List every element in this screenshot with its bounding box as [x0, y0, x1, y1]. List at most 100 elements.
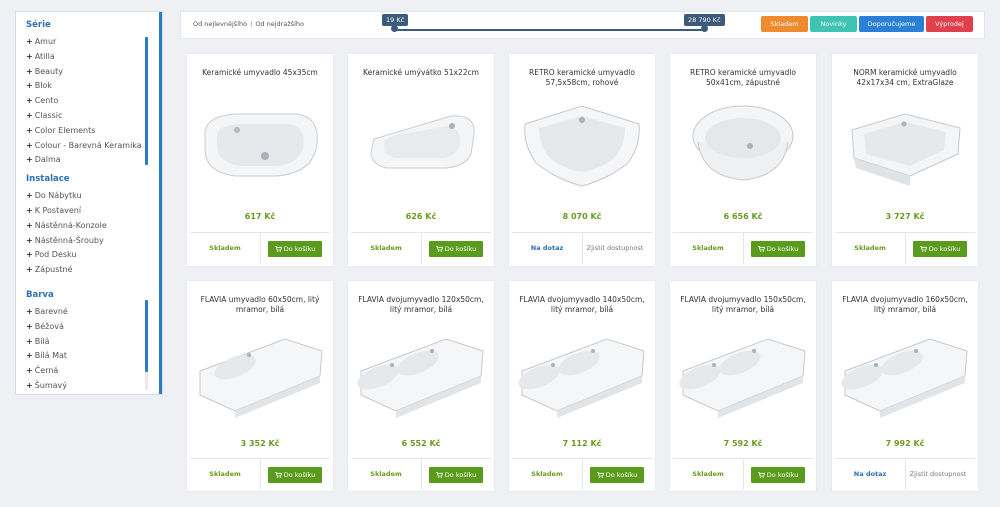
add-to-cart-button[interactable]: Do košíku [913, 241, 967, 257]
stock-status-in: Skladem [854, 244, 886, 252]
filter-option[interactable]: + Pod Desku [26, 248, 162, 263]
filter-option[interactable]: + Blok [26, 79, 162, 94]
product-image[interactable] [678, 94, 808, 194]
product-card[interactable]: FLAVIA dvojumyvadlo 120x50cm, litý mramo… [348, 281, 494, 491]
filter-option[interactable]: + Do Nábytku [26, 189, 162, 204]
price-slider-track[interactable] [394, 29, 704, 31]
product-image[interactable] [356, 321, 486, 421]
product-price: 6 656 Kč [723, 212, 763, 221]
filter-option[interactable]: + Amur [26, 35, 162, 50]
filter-group-scrollbar[interactable] [145, 299, 148, 390]
stock-status-in: Skladem [209, 470, 241, 478]
sort-expensive-link[interactable]: Od nejdražšího [255, 20, 304, 28]
product-title[interactable]: Keramické umyvadlo 45x35cm [193, 68, 327, 78]
product-card[interactable]: FLAVIA umyvadlo 60x50cm, litý mramor, bí… [187, 281, 333, 491]
filter-option[interactable]: + Classic [26, 109, 162, 124]
check-availability-link[interactable]: Zjistit dostupnost [905, 459, 971, 490]
filter-option[interactable]: + Zápustné [26, 263, 162, 278]
plus-icon: + [26, 366, 33, 376]
add-to-cart-button[interactable]: Do košíku [268, 241, 322, 257]
product-image[interactable] [195, 321, 325, 421]
filter-option[interactable]: + Bílá Mat [26, 349, 162, 364]
filter-option-label: Černá [34, 366, 59, 376]
toolbar: Od nejlevnějšího | Od nejdražšího 19 Kč 28… [180, 11, 985, 39]
filter-option[interactable]: + Colour - Barevná Keramika [26, 139, 162, 154]
product-title[interactable]: FLAVIA dvojumyvadlo 140x50cm, litý mramo… [515, 295, 649, 315]
add-to-cart-button[interactable]: Do košíku [590, 467, 644, 483]
add-to-cart-button[interactable]: Do košíku [268, 467, 322, 483]
filter-option-label: Béžová [34, 321, 64, 331]
product-image[interactable] [840, 321, 970, 421]
filter-option[interactable]: + K Postavení [26, 204, 162, 219]
product-title[interactable]: FLAVIA umyvadlo 60x50cm, litý mramor, bí… [193, 295, 327, 315]
product-title[interactable]: NORM keramické umyvadlo 42x17x34 cm, Ext… [838, 68, 972, 88]
divider [905, 233, 906, 264]
filter-group-title: Barva [26, 289, 54, 300]
product-actions: Skladem Do košíku [835, 232, 975, 264]
product-card[interactable]: Keramické umývátko 51x22cm 626 Kč Skladem D… [348, 54, 494, 266]
filter-option[interactable]: + Nástěnná-Šrouby [26, 234, 162, 249]
filter-option[interactable]: + Barevné [26, 305, 162, 320]
scroll-thumb[interactable] [145, 299, 148, 372]
stock-status-in: Skladem [692, 470, 724, 478]
add-to-cart-label: Do košíku [283, 471, 316, 479]
plus-icon: + [26, 321, 33, 331]
product-card[interactable]: RETRO keramické umyvadlo 57,5x58cm, roho… [509, 54, 655, 266]
filter-option[interactable]: + Color Elements [26, 124, 162, 139]
cart-icon [757, 471, 767, 479]
add-to-cart-button[interactable]: Do košíku [429, 241, 483, 257]
product-title[interactable]: RETRO keramické umyvadlo 50x41cm, zápust… [676, 68, 810, 88]
add-to-cart-button[interactable]: Do košíku [429, 467, 483, 483]
add-to-cart-button[interactable]: Do košíku [751, 241, 805, 257]
product-image[interactable] [517, 94, 647, 194]
product-title[interactable]: FLAVIA dvojumyvadlo 160x50cm, litý mramo… [838, 295, 972, 315]
product-card[interactable]: FLAVIA dvojumyvadlo 140x50cm, litý mramo… [509, 281, 655, 491]
filter-option-label: Zápustné [34, 265, 73, 275]
filter-option[interactable]: + Cento [26, 94, 162, 109]
product-card[interactable]: FLAVIA dvojumyvadlo 160x50cm, litý mramo… [832, 281, 978, 491]
filter-option[interactable]: + Černá [26, 364, 162, 379]
filter-button[interactable]: Novinky [810, 16, 857, 32]
filter-option[interactable]: + Nástěnná-Konzole [26, 219, 162, 234]
divider [260, 233, 261, 264]
divider [260, 459, 261, 490]
product-title[interactable]: RETRO keramické umyvadlo 57,5x58cm, roho… [515, 68, 649, 88]
filter-button[interactable]: Výprodej [926, 16, 973, 32]
add-to-cart-label: Do košíku [766, 245, 799, 253]
filter-option[interactable]: + Beauty [26, 65, 162, 80]
product-card[interactable]: FLAVIA dvojumyvadlo 150x50cm, litý mramo… [670, 281, 816, 491]
product-card[interactable]: RETRO keramické umyvadlo 50x41cm, zápust… [670, 54, 816, 266]
filter-option[interactable]: + Béžová [26, 320, 162, 335]
filter-option[interactable]: + Atilla [26, 50, 162, 65]
price-slider-max-handle[interactable] [701, 25, 708, 32]
price-slider-min-handle[interactable] [391, 25, 398, 32]
stock-status-in: Skladem [209, 244, 241, 252]
filter-button[interactable]: Doporučujeme [859, 16, 924, 32]
product-actions: Na dotaz Zjistit dostupnost [512, 232, 652, 264]
product-image[interactable] [840, 94, 970, 194]
product-title[interactable]: FLAVIA dvojumyvadlo 150x50cm, litý mramo… [676, 295, 810, 315]
filter-option[interactable]: + Bílá [26, 335, 162, 350]
filter-group-scrollbar[interactable] [145, 37, 148, 165]
add-to-cart-button[interactable]: Do košíku [751, 467, 805, 483]
product-card[interactable]: Keramické umyvadlo 45x35cm 617 Kč Skladem D… [187, 54, 333, 266]
product-card[interactable]: NORM keramické umyvadlo 42x17x34 cm, Ext… [832, 54, 978, 266]
filter-option[interactable]: + Dalma [26, 153, 162, 168]
product-image[interactable] [517, 321, 647, 421]
product-image[interactable] [195, 94, 325, 194]
scroll-thumb[interactable] [145, 37, 148, 165]
check-availability-link[interactable]: Zjistit dostupnost [582, 233, 648, 264]
product-title[interactable]: Keramické umývátko 51x22cm [354, 68, 488, 78]
cart-icon [274, 471, 284, 479]
product-image[interactable] [678, 321, 808, 421]
filter-option-label: Bílá [34, 336, 50, 346]
filter-button[interactable]: Skladem [761, 16, 808, 32]
plus-icon: + [26, 250, 33, 260]
product-title[interactable]: FLAVIA dvojumyvadlo 120x50cm, litý mramo… [354, 295, 488, 315]
filter-option[interactable]: + Šumavý [26, 379, 162, 394]
filter-group-title: Instalace [26, 174, 70, 185]
stock-status-request: Na dotaz [530, 244, 564, 252]
sort-separator: | [250, 20, 253, 28]
product-image[interactable] [356, 94, 486, 194]
sort-cheapest-link[interactable]: Od nejlevnějšího [193, 20, 247, 28]
